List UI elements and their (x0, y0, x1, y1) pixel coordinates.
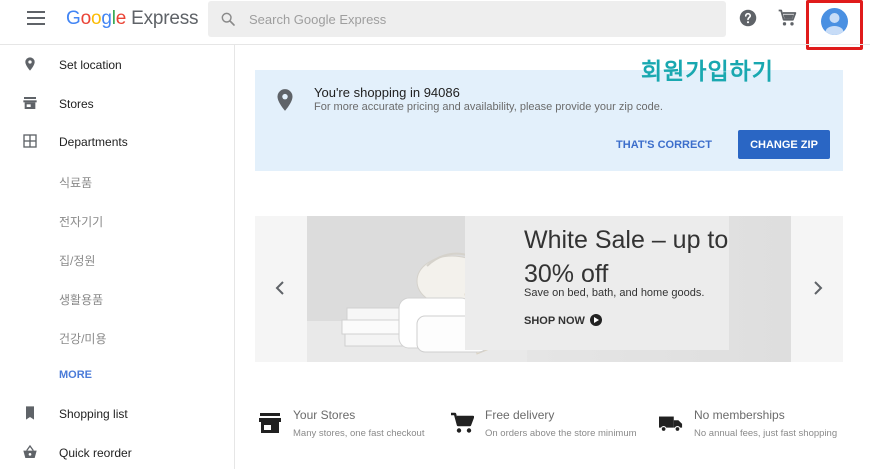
truck-icon (659, 416, 683, 432)
shop-now-label: SHOP NOW (524, 315, 585, 327)
chevron-left-icon[interactable] (272, 278, 288, 298)
sidebar-item-label: Departments (59, 135, 128, 149)
change-zip-button[interactable]: CHANGE ZIP (738, 130, 830, 159)
signup-annotation: 회원가입하기 (641, 58, 774, 84)
promo-title: White Sale – up to 30% off (524, 226, 729, 288)
location-pin-icon (25, 57, 35, 71)
location-title: You're shopping in 94086 (314, 85, 460, 100)
feature-title: No memberships (694, 408, 785, 422)
department-link[interactable]: 생활용품 (59, 291, 103, 308)
feature-title: Your Stores (293, 408, 356, 422)
thats-correct-button[interactable]: THAT'S CORRECT (612, 134, 716, 156)
bookmark-icon (26, 406, 34, 420)
feature-subtitle: No annual fees, just fast shopping (694, 428, 838, 439)
chevron-right-icon[interactable] (810, 278, 826, 298)
hamburger-menu-icon[interactable] (27, 11, 45, 27)
search-input[interactable] (249, 1, 709, 37)
department-link[interactable]: 집/정원 (59, 252, 95, 269)
store-icon (259, 413, 281, 433)
grid-icon (23, 134, 37, 148)
top-app-bar: Google Express (0, 0, 870, 50)
sidebar-divider (234, 45, 235, 469)
search-bar[interactable] (208, 1, 726, 37)
sidebar-item-stores[interactable]: Stores (0, 84, 234, 122)
feature-subtitle: On orders above the store minimum (485, 428, 637, 439)
person-icon (825, 13, 844, 35)
sidebar-item-quick-reorder[interactable]: Quick reorder (0, 433, 234, 469)
department-link[interactable]: 전자기기 (59, 213, 103, 230)
search-icon (221, 12, 235, 26)
sidebar-item-departments[interactable]: Departments (0, 122, 234, 160)
account-highlight-box (806, 0, 863, 50)
department-link[interactable]: 건강/미용 (59, 330, 107, 347)
departments-more-link[interactable]: MORE (59, 369, 92, 381)
shopping-cart-icon[interactable] (777, 8, 797, 28)
location-pin-icon (277, 89, 293, 111)
sidebar-item-label: Shopping list (59, 407, 128, 421)
google-express-logo[interactable]: Google Express (66, 8, 199, 30)
basket-icon (23, 444, 37, 458)
feature-subtitle: Many stores, one fast checkout (293, 428, 425, 439)
feature-title: Free delivery (485, 408, 555, 422)
promo-subtitle: Save on bed, bath, and home goods. (524, 287, 705, 299)
account-avatar[interactable] (821, 8, 848, 35)
department-link[interactable]: 식료품 (59, 174, 92, 191)
help-icon[interactable] (739, 9, 757, 27)
promo-carousel: White Sale – up to 30% off Save on bed, … (255, 216, 843, 362)
shop-now-link[interactable]: SHOP NOW (524, 314, 602, 327)
sidebar-item-label: Quick reorder (59, 446, 132, 460)
sidebar-item-set-location[interactable]: Set location (0, 45, 234, 83)
play-circle-icon (589, 314, 602, 327)
shopping-cart-icon (451, 412, 474, 433)
sidebar-item-label: Set location (59, 58, 122, 72)
location-subtitle: For more accurate pricing and availabili… (314, 101, 663, 113)
store-icon (23, 97, 37, 109)
sidebar-item-label: Stores (59, 97, 94, 111)
sidebar-item-shopping-list[interactable]: Shopping list (0, 394, 234, 432)
